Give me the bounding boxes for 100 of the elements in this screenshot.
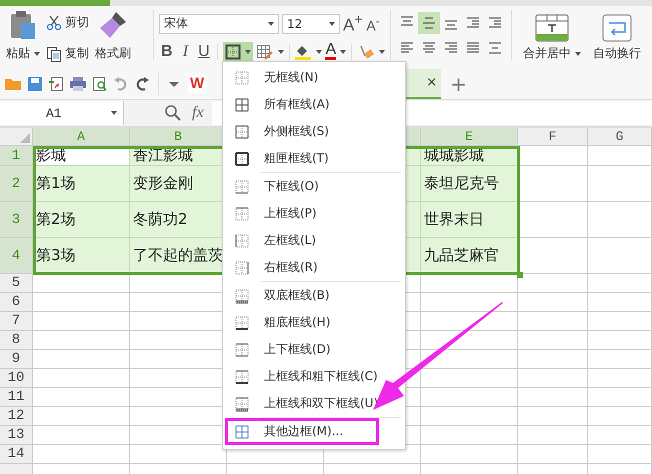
border-style-icon (234, 342, 250, 358)
alignment-button[interactable] (418, 12, 440, 34)
magnifier-icon[interactable] (164, 104, 182, 122)
table-cell (518, 202, 588, 238)
caret-icon (34, 52, 40, 56)
paintbrush-icon (98, 10, 128, 40)
font-size-dropdown[interactable]: 12 (282, 14, 340, 34)
menu-item[interactable]: 无框线(N) (225, 64, 403, 91)
table-cell (588, 331, 652, 350)
row-header[interactable]: 11 (0, 388, 33, 407)
table-cell: 第2场 (33, 202, 130, 238)
table-cell: 九品芝麻官 (421, 238, 518, 274)
menu-item[interactable]: 下框线(O) (225, 173, 403, 200)
table-cell (588, 202, 652, 238)
row-header[interactable]: 13 (0, 426, 33, 445)
border-style-icon (234, 314, 250, 330)
border-style-icon (234, 96, 250, 112)
copy-button[interactable]: 复制 (46, 45, 89, 62)
menu-item[interactable]: 右框线(R) (225, 254, 403, 281)
menu-item[interactable]: 上框线(P) (225, 200, 403, 227)
table-cell (588, 274, 652, 293)
decrease-font-button[interactable]: A$^{-}$ (364, 14, 382, 34)
save-icon[interactable] (27, 76, 43, 92)
underline-button[interactable]: U (196, 42, 212, 61)
row-header[interactable]: 14 (0, 445, 33, 464)
table-cell (588, 445, 652, 464)
grid-pencil-icon (256, 44, 274, 60)
row-header[interactable]: 10 (0, 369, 33, 388)
align-lines-icon (487, 40, 503, 56)
merge-center-button[interactable]: 合并居中 (517, 8, 587, 68)
caret-icon (111, 111, 117, 115)
menu-item[interactable]: 双底框线(B) (225, 282, 403, 309)
table-cell: 世界末日 (421, 202, 518, 238)
clipboard-icon (9, 10, 37, 40)
table-cell (588, 388, 652, 407)
export-pdf-icon[interactable] (48, 76, 64, 92)
row-header[interactable]: 9 (0, 350, 33, 369)
wrap-text-button[interactable]: 自动换行 (587, 8, 647, 68)
caret-icon (244, 50, 251, 54)
border-style-icon (234, 206, 250, 222)
function-button[interactable]: fx (192, 104, 204, 122)
border-style-icon (234, 150, 250, 166)
cell-reference: A1 (46, 106, 62, 120)
table-cell (588, 293, 652, 312)
table-cell (588, 350, 652, 369)
font-name-value: 宋体 (164, 15, 188, 32)
column-header[interactable]: F (518, 128, 588, 146)
menu-item[interactable]: 上下框线(D) (225, 336, 403, 363)
row-header[interactable]: 6 (0, 293, 33, 312)
font-size-value: 12 (287, 16, 302, 31)
paste-button[interactable]: 粘贴 (4, 8, 42, 68)
table-cell (588, 369, 652, 388)
borders-button[interactable] (222, 42, 253, 62)
print-preview-icon[interactable] (92, 76, 108, 92)
table-cell (518, 146, 588, 166)
row-header[interactable]: 7 (0, 312, 33, 331)
column-header[interactable]: G (588, 128, 652, 146)
table-cell (518, 369, 588, 388)
table-cell (518, 312, 588, 331)
close-tab-button[interactable]: × (426, 75, 438, 90)
caret-icon (378, 50, 385, 54)
cut-button[interactable]: 剪切 (46, 14, 89, 31)
table-cell (518, 426, 588, 445)
menu-item[interactable]: 左框线(L) (225, 227, 403, 254)
menu-item[interactable]: 上框线和粗下框线(C) (225, 363, 403, 390)
table-cell (588, 426, 652, 445)
border-style-icon (234, 396, 250, 412)
wps-logo[interactable]: W (188, 74, 206, 92)
caret-icon (329, 22, 335, 26)
table-cell (518, 445, 588, 464)
border-style-icon (234, 260, 250, 276)
row-header[interactable]: 5 (0, 274, 33, 293)
table-cell: 泰坦尼克号 (421, 166, 518, 202)
border-style-icon (234, 178, 250, 194)
caret-icon (268, 22, 274, 26)
table-cell: 第1场 (33, 166, 130, 202)
menu-item[interactable]: 所有框线(A) (225, 91, 403, 118)
caret-icon (316, 50, 322, 54)
copy-icon (46, 46, 62, 62)
row-header[interactable]: 8 (0, 331, 33, 350)
table-cell (518, 407, 588, 426)
border-style-icon (234, 368, 250, 384)
format-painter-button[interactable]: 格式刷 (93, 8, 133, 68)
table-cell (588, 407, 652, 426)
new-tab-button[interactable]: + (450, 72, 467, 96)
menu-item[interactable]: 其他边框(M)... (225, 418, 379, 445)
menu-item[interactable]: 粗匣框线(T) (225, 145, 403, 172)
table-cell (588, 312, 652, 331)
italic-button[interactable]: I (178, 42, 194, 61)
font-name-dropdown[interactable]: 宋体 (159, 14, 279, 34)
print-icon[interactable] (69, 76, 87, 92)
name-box[interactable]: A1 (0, 101, 124, 125)
row-header[interactable]: 12 (0, 407, 33, 426)
increase-font-button[interactable]: A$^{+}$ (343, 12, 361, 36)
bold-button[interactable]: B (159, 42, 175, 61)
menu-item[interactable]: 外侧框线(S) (225, 118, 403, 145)
menu-item[interactable]: 粗底框线(H) (225, 309, 403, 336)
redo-icon[interactable] (134, 76, 150, 92)
table-cell (588, 166, 652, 202)
corner-triangle-icon (20, 133, 30, 143)
